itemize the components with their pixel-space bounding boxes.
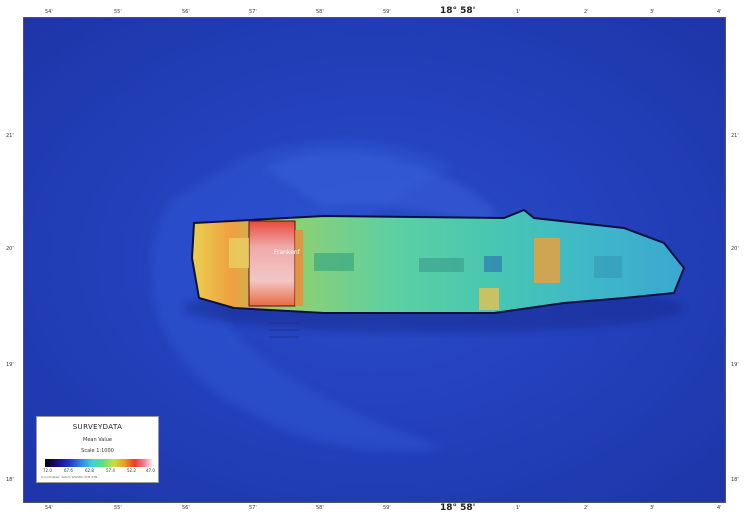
colorbar-label: 57.4 (106, 468, 115, 473)
top-center-coordinate: 18° 58' (440, 6, 476, 16)
left-tick: 21' (6, 133, 14, 139)
right-tick: 19' (731, 362, 739, 368)
bottom-tick: 55' (114, 505, 122, 511)
deck-hatch (314, 253, 354, 271)
colorbar-label: 62.8 (85, 468, 94, 473)
left-tick: 19' (6, 362, 14, 368)
bottom-tick: 59' (383, 505, 391, 511)
bottom-tick: 1' (516, 505, 521, 511)
top-tick: 57' (249, 9, 257, 15)
right-tick: 21' (731, 133, 739, 139)
right-tick: 18' (731, 477, 739, 483)
stern-superstructure (248, 220, 296, 307)
midship-debris (479, 288, 499, 310)
legend-fine-print: Coordinates: datum WGS84 UTM 33N (41, 475, 98, 479)
stern-edge (295, 230, 303, 306)
legend-title: SURVEYDATA (72, 423, 123, 431)
left-tick: 18' (6, 477, 14, 483)
depth-colorbar (45, 459, 152, 467)
colorbar-label: 72.0 (43, 468, 52, 473)
bottom-tick: 2' (584, 505, 589, 511)
deck-hatch (594, 256, 622, 278)
map-legend: SURVEYDATA Mean Value Scale 1:1000 72.0 … (36, 416, 159, 483)
colorbar-label: 67.6 (64, 468, 73, 473)
stern-deck (229, 238, 249, 268)
colorbar-label: 52.2 (127, 468, 136, 473)
legend-subtitle: Mean Value (83, 437, 112, 443)
bottom-tick: 4' (717, 505, 722, 511)
deck-hatch (419, 258, 464, 272)
bottom-tick: 57' (249, 505, 257, 511)
wreck-label: Frankenf (274, 249, 300, 256)
left-tick: 20' (6, 246, 14, 252)
map-frame: 18° 58' 18° 58' 54' 55' 56' 57' 58' 59' … (0, 0, 747, 518)
top-tick: 58' (316, 9, 324, 15)
right-tick: 20' (731, 246, 739, 252)
top-tick: 3' (650, 9, 655, 15)
bottom-tick: 3' (650, 505, 655, 511)
midship-structure (534, 238, 560, 283)
colorbar-label: 47.0 (146, 468, 155, 473)
bottom-tick: 54' (45, 505, 53, 511)
legend-scale: Scale 1:1000 (81, 448, 114, 454)
bottom-tick: 58' (316, 505, 324, 511)
top-tick: 59' (383, 9, 391, 15)
top-tick: 55' (114, 9, 122, 15)
top-tick: 4' (717, 9, 722, 15)
bottom-tick: 56' (182, 505, 190, 511)
top-tick: 54' (45, 9, 53, 15)
deck-hatch (484, 256, 502, 272)
top-tick: 1' (516, 9, 521, 15)
top-tick: 2' (584, 9, 589, 15)
top-tick: 56' (182, 9, 190, 15)
bottom-center-coordinate: 18° 58' (440, 503, 476, 513)
